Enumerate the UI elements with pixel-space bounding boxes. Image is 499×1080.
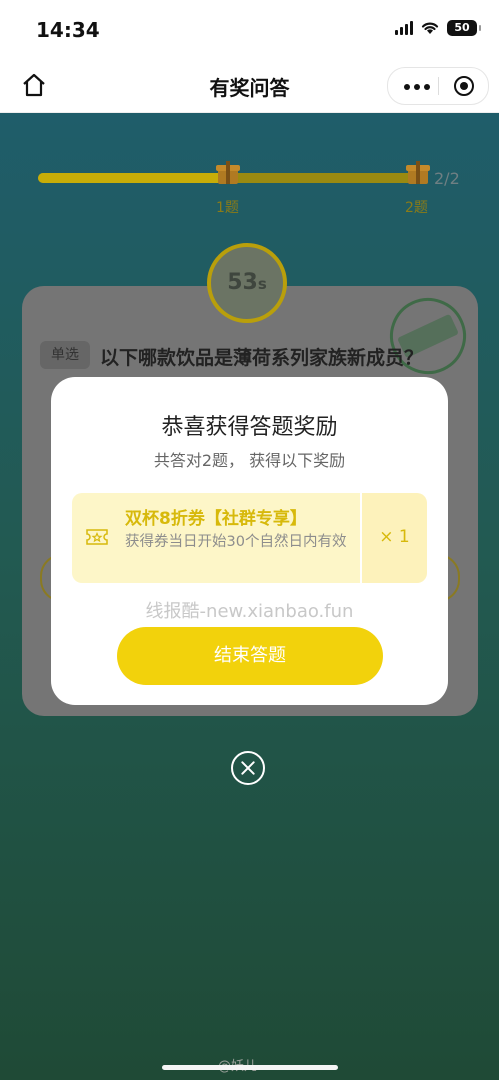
nav-bar: 有奖问答: [0, 58, 499, 113]
step-label: 1题: [216, 200, 239, 216]
progress-fill: [38, 173, 230, 183]
step-label: 2题: [405, 200, 428, 216]
reward-name: 双杯8折券【社群专享】: [125, 509, 307, 529]
correct-stamp-icon: [377, 285, 479, 387]
question-type-tag: 单选: [40, 341, 90, 369]
timer-unit: s: [257, 275, 267, 293]
target-icon[interactable]: [454, 76, 474, 96]
battery-indicator: 50: [447, 20, 481, 36]
ticket-icon: [86, 529, 108, 545]
gift-icon: [215, 159, 241, 185]
modal-subtitle: 共答对2题， 获得以下奖励: [153, 451, 346, 470]
reward-description: 获得券当日开始30个自然日内有效: [125, 534, 347, 550]
status-time: 14:34: [36, 18, 100, 42]
close-button[interactable]: [231, 751, 265, 785]
signal-icon: [395, 21, 413, 35]
home-indicator: [162, 1065, 338, 1070]
watermark-text: 线报酷-new.xianbao.fun: [145, 601, 354, 622]
gift-icon: [405, 159, 431, 185]
countdown-timer: 53s: [207, 243, 287, 323]
finish-quiz-button[interactable]: 结束答题: [117, 627, 383, 685]
status-icons: 50: [395, 20, 481, 36]
progress-count: 2/2: [434, 169, 460, 188]
wifi-icon: [421, 22, 439, 34]
mini-program-capsule: [387, 67, 489, 105]
reward-modal: 恭喜获得答题奖励 共答对2题， 获得以下奖励 双杯8折券【社群专享】 获得券当日…: [51, 377, 448, 705]
reward-card: 双杯8折券【社群专享】 获得券当日开始30个自然日内有效 × 1: [72, 493, 427, 583]
capsule-divider: [438, 77, 439, 95]
timer-value: 53: [227, 270, 258, 295]
status-bar: 14:34 50: [0, 0, 499, 58]
more-dots-icon[interactable]: [404, 84, 430, 90]
reward-main: 双杯8折券【社群专享】 获得券当日开始30个自然日内有效: [72, 493, 360, 583]
reward-side: × 1: [362, 493, 427, 583]
question-text: 以下哪款饮品是薄荷系列家族新成员？: [100, 347, 424, 369]
reward-quantity: × 1: [379, 527, 410, 547]
modal-title: 恭喜获得答题奖励: [161, 415, 338, 440]
